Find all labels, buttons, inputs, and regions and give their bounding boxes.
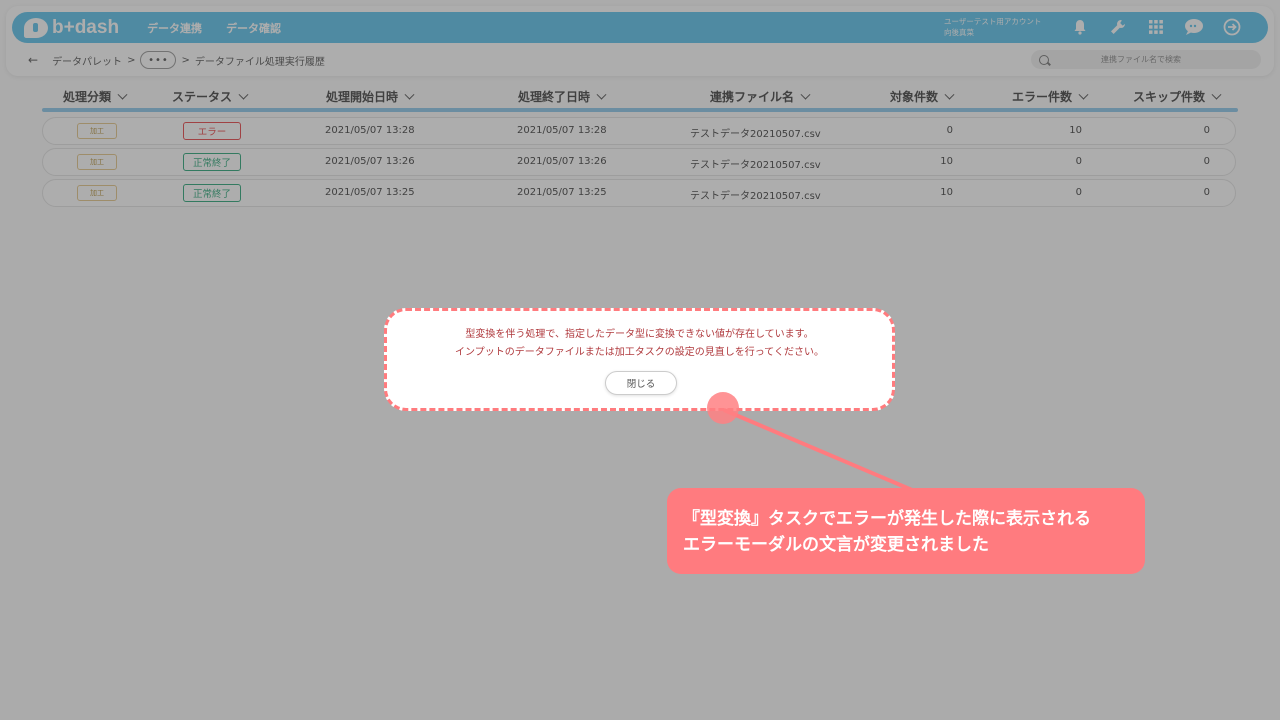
annotation-callout: 『型変換』タスクでエラーが発生した際に表示される エラーモーダルの文言が変更され…	[667, 488, 1145, 574]
callout-line: エラーモーダルの文言が変更されました	[683, 535, 989, 555]
annotation-pointer-dot	[707, 392, 739, 424]
annotation-line	[723, 408, 913, 492]
callout-line: 『型変換』タスクでエラーが発生した際に表示される	[683, 509, 1091, 529]
annotation-connector	[723, 408, 913, 492]
